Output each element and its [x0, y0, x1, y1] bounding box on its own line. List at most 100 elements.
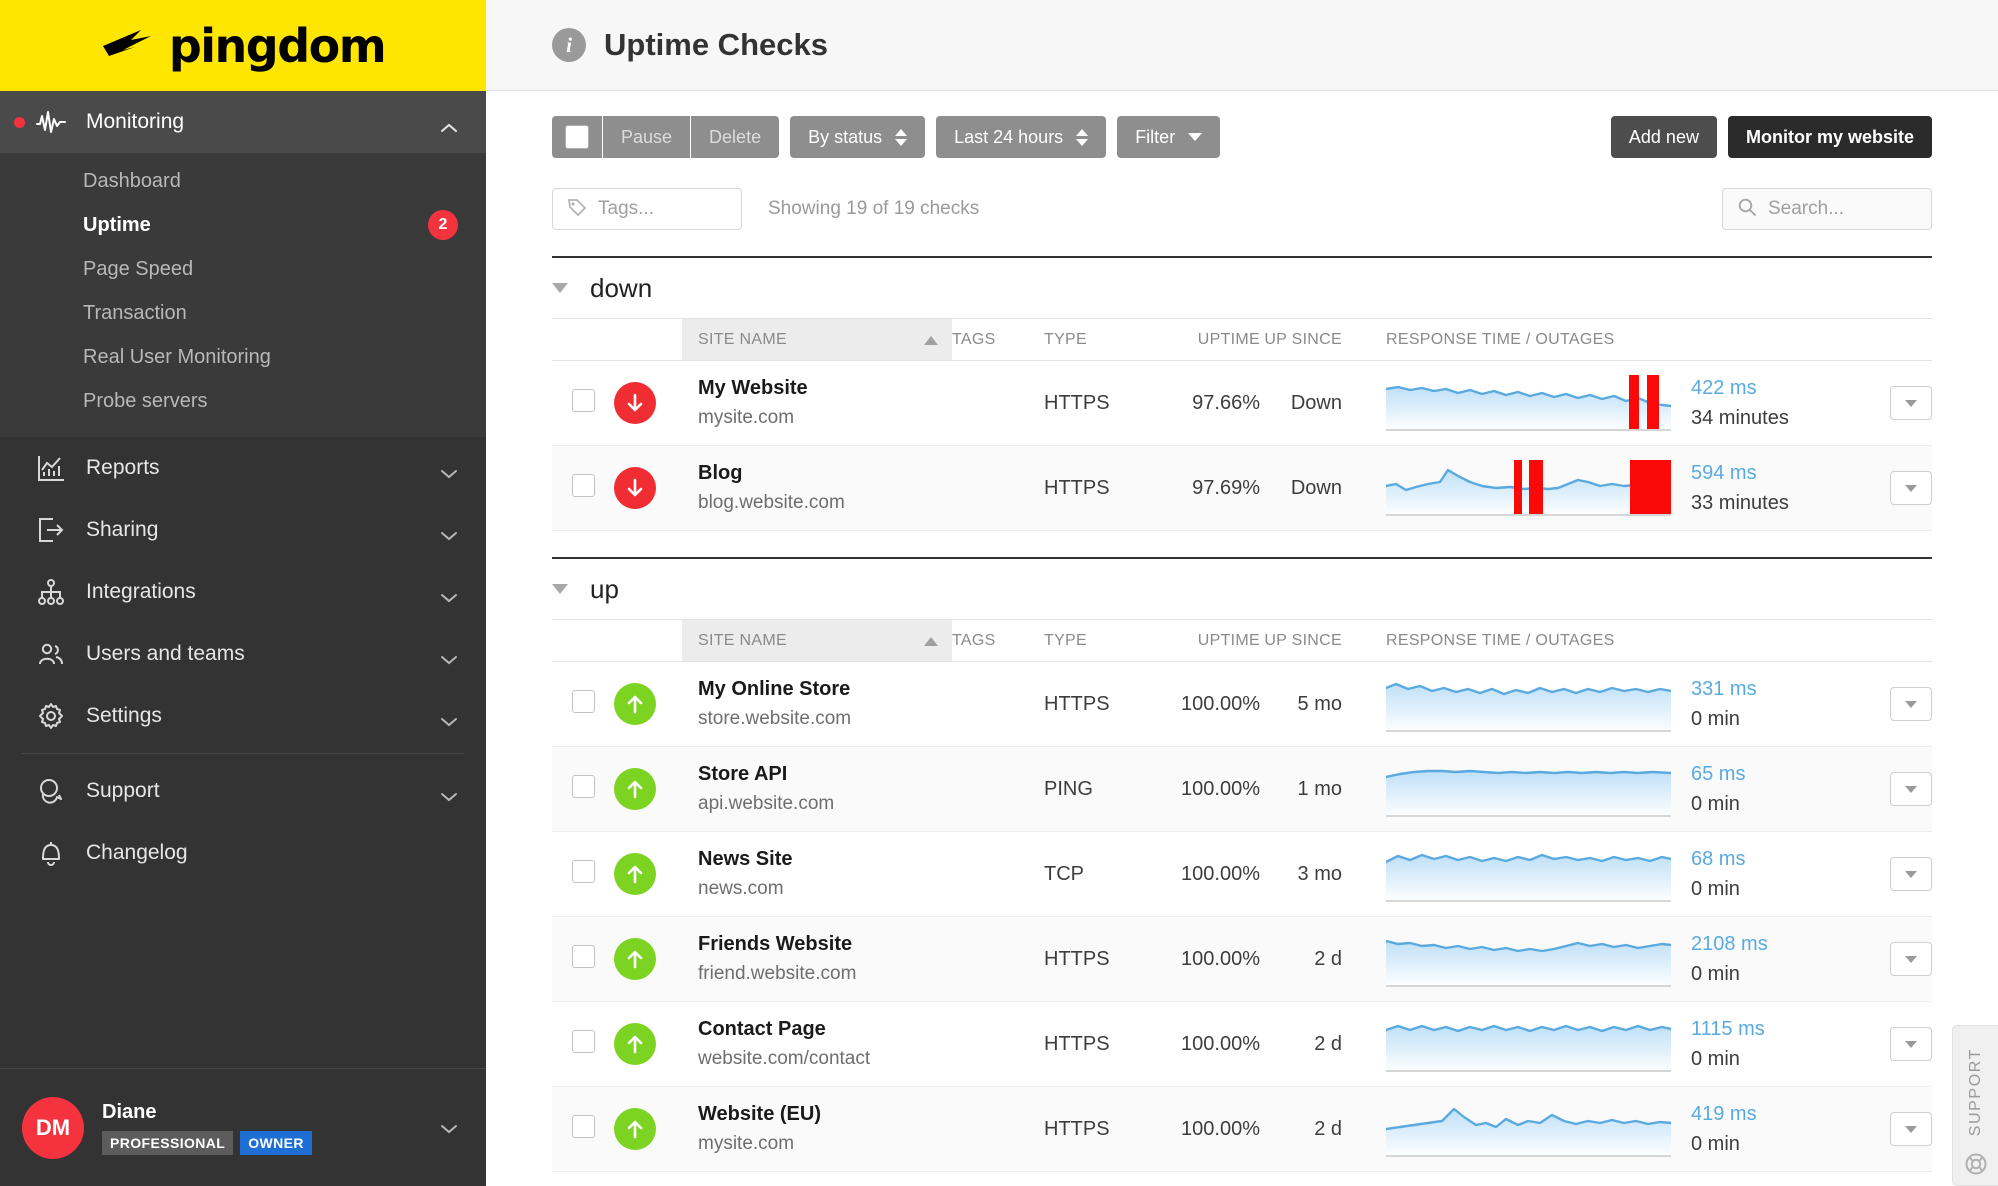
row-select-cell[interactable]: [552, 361, 614, 446]
sort-ascending-icon[interactable]: [924, 335, 938, 345]
row-site-cell[interactable]: My Website mysite.com: [682, 361, 952, 446]
row-site-cell[interactable]: Blog blog.website.com: [682, 446, 952, 531]
row-checkbox[interactable]: [571, 689, 595, 713]
row-menu-button[interactable]: [1890, 1112, 1932, 1146]
response-time-sparkline: [1386, 1101, 1671, 1157]
sidebar-item-probe-servers[interactable]: Probe servers: [0, 379, 486, 423]
sidebar-item-transaction[interactable]: Transaction: [0, 291, 486, 335]
row-select-cell[interactable]: [552, 1002, 614, 1087]
tags-input[interactable]: Tags...: [552, 188, 742, 230]
sidebar-item-uptime[interactable]: Uptime 2: [0, 203, 486, 247]
table-row[interactable]: Store API api.website.com PING 100.00% 1 mo 6…: [552, 746, 1932, 832]
row-menu-button[interactable]: [1890, 857, 1932, 891]
col-type[interactable]: TYPE: [1044, 318, 1148, 361]
col-uptime[interactable]: UPTIME: [1148, 619, 1260, 662]
section-header[interactable]: up: [552, 557, 1932, 619]
monitor-my-website-button[interactable]: Monitor my website: [1727, 116, 1932, 158]
bulk-actions-group: Pause Delete: [552, 116, 780, 158]
sidebar-item-dashboard[interactable]: Dashboard: [0, 159, 486, 203]
time-period-dropdown[interactable]: Last 24 hours: [936, 116, 1107, 158]
chevron-down-icon[interactable]: [440, 785, 458, 802]
row-checkbox[interactable]: [571, 774, 595, 798]
chevron-down-icon[interactable]: [440, 586, 458, 603]
row-site-cell[interactable]: Contact Page website.com/contact: [682, 1002, 952, 1087]
col-response-time[interactable]: RESPONSE TIME / OUTAGES: [1364, 318, 1932, 361]
sort-by-status-label: By status: [808, 126, 883, 147]
row-site-cell[interactable]: News Site news.com: [682, 832, 952, 917]
row-site-cell[interactable]: Friends Website friend.website.com: [682, 917, 952, 1002]
row-checkbox[interactable]: [571, 1114, 595, 1138]
col-tags[interactable]: TAGS: [952, 318, 1044, 361]
select-all-checkbox[interactable]: [552, 116, 602, 158]
row-checkbox[interactable]: [571, 859, 595, 883]
chevron-down-icon[interactable]: [440, 710, 458, 727]
pause-button[interactable]: Pause: [603, 116, 691, 158]
chevron-down-icon[interactable]: [440, 648, 458, 665]
sidebar-item-real-user-monitoring[interactable]: Real User Monitoring: [0, 335, 486, 379]
sidebar-item-sharing[interactable]: Sharing: [0, 499, 486, 561]
delete-button[interactable]: Delete: [691, 116, 780, 158]
col-uptime[interactable]: UPTIME: [1148, 318, 1260, 361]
chevron-down-icon[interactable]: [440, 524, 458, 541]
sidebar-item-integrations[interactable]: Integrations: [0, 561, 486, 623]
pingdom-logo[interactable]: pingdom: [101, 23, 387, 69]
row-select-cell[interactable]: [552, 917, 614, 1002]
row-site-cell[interactable]: My Online Store store.website.com: [682, 662, 952, 747]
outage-duration-value: 0 min: [1691, 877, 1740, 900]
info-icon[interactable]: i: [552, 28, 586, 62]
section-header[interactable]: down: [552, 256, 1932, 318]
row-checkbox[interactable]: [571, 388, 595, 412]
col-up-since[interactable]: UP SINCE: [1260, 619, 1364, 662]
chevron-up-icon[interactable]: [440, 116, 458, 132]
chevron-down-icon[interactable]: [440, 462, 458, 479]
table-row[interactable]: Blog blog.website.com HTTPS 97.69% Down 594 m…: [552, 445, 1932, 531]
table-row[interactable]: Friends Website friend.website.com HTTPS 10…: [552, 916, 1932, 1002]
row-menu-button[interactable]: [1890, 772, 1932, 806]
row-checkbox[interactable]: [571, 473, 595, 497]
col-site-name[interactable]: SITE NAME: [682, 619, 952, 662]
row-checkbox[interactable]: [571, 944, 595, 968]
row-select-cell[interactable]: [552, 662, 614, 747]
gear-icon: [34, 699, 68, 733]
add-new-button[interactable]: Add new: [1610, 116, 1717, 158]
row-menu-button[interactable]: [1890, 471, 1932, 505]
col-up-since[interactable]: UP SINCE: [1260, 318, 1364, 361]
row-menu-button[interactable]: [1890, 1027, 1932, 1061]
collapse-triangle-icon[interactable]: [552, 283, 568, 293]
brand-logo-bar[interactable]: pingdom: [0, 0, 486, 91]
sidebar-item-reports[interactable]: Reports: [0, 437, 486, 499]
sort-ascending-icon[interactable]: [924, 636, 938, 646]
row-select-cell[interactable]: [552, 747, 614, 832]
sidebar-item-support[interactable]: Support: [0, 760, 486, 822]
table-row[interactable]: Website (EU) mysite.com HTTPS 100.00% 2 d 419…: [552, 1086, 1932, 1172]
table-row[interactable]: News Site news.com TCP 100.00% 3 mo 68 ms 0 mi…: [552, 832, 1932, 917]
table-row[interactable]: My Website mysite.com HTTPS 97.66% Down 422 m…: [552, 361, 1932, 446]
filter-dropdown[interactable]: Filter: [1117, 116, 1221, 158]
row-site-cell[interactable]: Website (EU) mysite.com: [682, 1087, 952, 1172]
row-select-cell[interactable]: [552, 832, 614, 917]
row-menu-button[interactable]: [1890, 687, 1932, 721]
table-row[interactable]: Contact Page website.com/contact HTTPS 100.…: [552, 1002, 1932, 1087]
col-tags[interactable]: TAGS: [952, 619, 1044, 662]
col-type[interactable]: TYPE: [1044, 619, 1148, 662]
sort-by-status-dropdown[interactable]: By status: [790, 116, 926, 158]
sidebar-item-changelog[interactable]: Changelog: [0, 822, 486, 884]
row-checkbox[interactable]: [571, 1029, 595, 1053]
user-profile[interactable]: DM Diane PROFESSIONAL OWNER: [0, 1068, 486, 1186]
support-tab[interactable]: SUPPORT: [1952, 1025, 1998, 1186]
search-input[interactable]: Search...: [1722, 188, 1932, 230]
col-site-name[interactable]: SITE NAME: [682, 318, 952, 361]
table-row[interactable]: My Online Store store.website.com HTTPS 100…: [552, 662, 1932, 747]
row-select-cell[interactable]: [552, 446, 614, 531]
sidebar-item-users-and-teams[interactable]: Users and teams: [0, 623, 486, 685]
collapse-triangle-icon[interactable]: [552, 584, 568, 594]
row-menu-button[interactable]: [1890, 386, 1932, 420]
sidebar-item-monitoring[interactable]: Monitoring: [0, 91, 486, 153]
sidebar-item-page-speed[interactable]: Page Speed: [0, 247, 486, 291]
row-site-cell[interactable]: Store API api.website.com: [682, 747, 952, 832]
row-select-cell[interactable]: [552, 1087, 614, 1172]
sidebar-item-settings[interactable]: Settings: [0, 685, 486, 747]
row-menu-button[interactable]: [1890, 942, 1932, 976]
profile-chevron-down-icon[interactable]: [440, 1122, 458, 1134]
col-response-time[interactable]: RESPONSE TIME / OUTAGES: [1364, 619, 1932, 662]
